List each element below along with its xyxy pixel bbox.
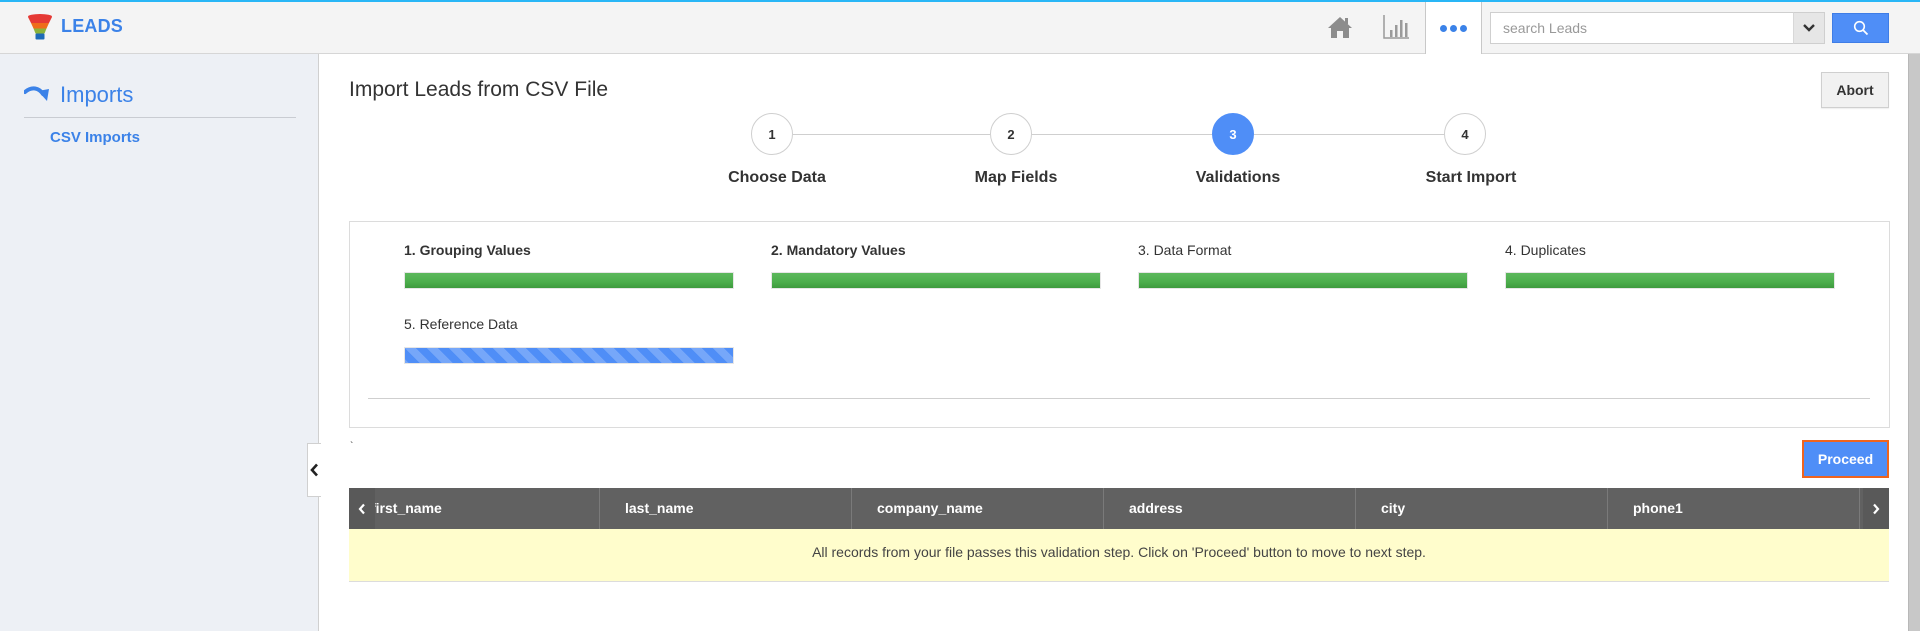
sidebar-item-csv-imports[interactable]: CSV Imports (50, 129, 140, 146)
validation-progress-bar (1505, 272, 1835, 289)
column-header-company-name[interactable]: company_name (852, 488, 1104, 529)
step-2-label: Map Fields (974, 169, 1058, 186)
validation-progress-bar (1138, 272, 1468, 289)
search-button[interactable] (1832, 13, 1889, 43)
scroll-columns-right-button[interactable] (1863, 488, 1889, 529)
more-menu-button[interactable] (1426, 2, 1481, 54)
step-4-label: Start Import (1425, 169, 1517, 186)
validation-label: 4. Duplicates (1505, 242, 1586, 258)
funnel-logo-icon (28, 14, 52, 40)
proceed-button[interactable]: Proceed (1802, 440, 1889, 478)
records-table: first_name last_name company_name addres… (349, 488, 1889, 582)
validation-progress-fill (1506, 273, 1834, 288)
validation-panel-divider (368, 398, 1870, 399)
abort-button[interactable]: Abort (1821, 72, 1889, 108)
chevron-left-icon (358, 503, 365, 514)
validation-message-row: All records from your file passes this v… (349, 529, 1889, 582)
validation-progress-fill (1139, 273, 1467, 288)
sidebar: Imports CSV Imports (0, 54, 319, 631)
chevron-down-icon (1803, 24, 1815, 32)
chevron-right-icon (1873, 503, 1880, 514)
bar-chart-icon (1383, 15, 1409, 39)
sidebar-section-imports[interactable]: Imports (24, 82, 133, 108)
home-button[interactable] (1326, 14, 1354, 40)
column-header-address[interactable]: address (1104, 488, 1356, 529)
sidebar-section-title: Imports (60, 82, 134, 107)
validation-label: 1. Grouping Values (404, 242, 531, 258)
column-header-city[interactable]: city (1356, 488, 1608, 529)
step-1-circle[interactable]: 1 (751, 113, 793, 155)
app-root: LEADS search Leads Imports CSV Imports I… (0, 0, 1920, 631)
home-icon (1328, 17, 1352, 38)
table-header-row: first_name last_name company_name addres… (349, 488, 1889, 529)
step-1-label: Choose Data (728, 169, 826, 186)
validation-progress-fill (405, 273, 733, 288)
step-4-circle[interactable]: 4 (1444, 113, 1486, 155)
validation-progress-bar (404, 347, 734, 364)
validation-progress-fill (772, 273, 1100, 288)
reports-button[interactable] (1382, 14, 1410, 40)
search-icon (1853, 20, 1868, 36)
column-header-first-name[interactable]: first_name (349, 488, 600, 529)
step-connector (1254, 134, 1444, 135)
stray-mark: ` (350, 441, 354, 452)
import-arrow-icon (24, 86, 49, 101)
top-header: LEADS (0, 0, 1920, 54)
validation-label: 3. Data Format (1138, 242, 1232, 258)
validation-progress-fill (405, 348, 733, 363)
validation-label: 5. Reference Data (404, 316, 518, 332)
chevron-left-icon (310, 463, 318, 477)
header-separator (1481, 2, 1482, 54)
page-scrollbar[interactable] (1908, 54, 1920, 631)
scroll-columns-left-button[interactable] (349, 488, 375, 529)
sidebar-collapse-toggle[interactable] (307, 443, 321, 497)
step-3-label: Validations (1195, 169, 1281, 186)
step-connector (1032, 134, 1212, 135)
app-brand[interactable]: LEADS (61, 16, 123, 37)
validation-panel: 1. Grouping Values 2. Mandatory Values 3… (349, 221, 1890, 428)
step-3-circle[interactable]: 3 (1212, 113, 1254, 155)
validation-progress-bar (404, 272, 734, 289)
column-header-last-name[interactable]: last_name (600, 488, 852, 529)
step-2-circle[interactable]: 2 (990, 113, 1032, 155)
sidebar-divider (24, 117, 296, 118)
step-connector (793, 134, 990, 135)
page-title: Import Leads from CSV File (349, 78, 609, 101)
search-input[interactable] (1490, 12, 1794, 44)
validation-label: 2. Mandatory Values (771, 242, 906, 258)
column-header-phone1[interactable]: phone1 (1608, 488, 1860, 529)
more-dots-icon (1439, 19, 1469, 37)
search-scope-dropdown[interactable] (1793, 12, 1825, 44)
validation-progress-bar (771, 272, 1101, 289)
